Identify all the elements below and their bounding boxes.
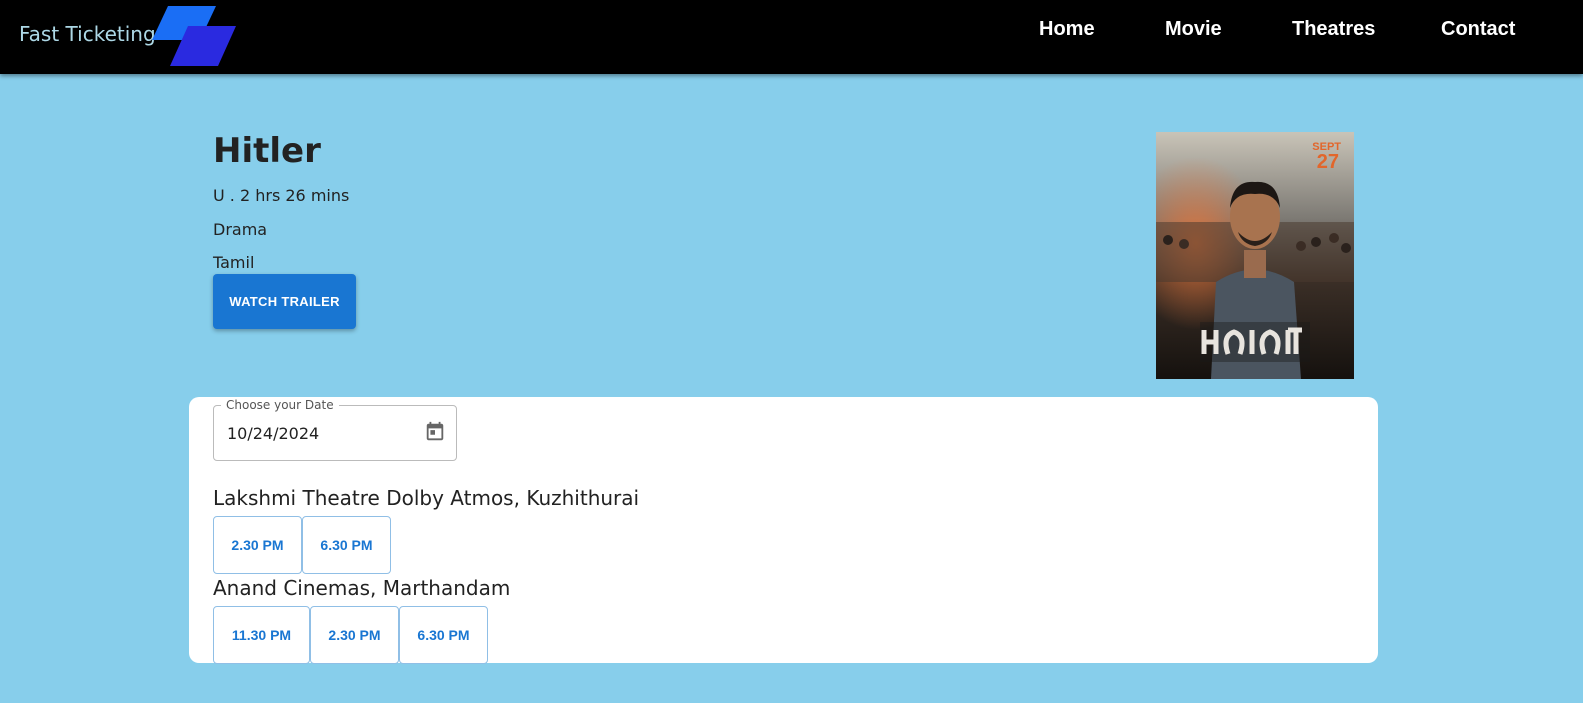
watch-trailer-button[interactable]: WATCH TRAILER bbox=[213, 274, 356, 329]
showtime-button[interactable]: 11.30 PM bbox=[213, 606, 310, 664]
top-navbar: Fast Ticketing Home Movie Theatres Conta… bbox=[0, 0, 1583, 74]
calendar-icon[interactable] bbox=[424, 421, 446, 443]
movie-genre: Drama bbox=[213, 220, 268, 239]
brand-logo bbox=[152, 6, 236, 66]
movie-poster: SEPT 27 bbox=[1156, 132, 1354, 379]
nav-movie[interactable]: Movie bbox=[1165, 18, 1222, 41]
svg-text:27: 27 bbox=[1317, 151, 1339, 173]
date-input-value[interactable]: 10/24/2024 bbox=[227, 424, 319, 443]
showtime-button[interactable]: 2.30 PM bbox=[310, 606, 399, 664]
brand-name[interactable]: Fast Ticketing bbox=[19, 22, 156, 46]
nav-contact[interactable]: Contact bbox=[1441, 18, 1515, 41]
showtime-button[interactable]: 2.30 PM bbox=[213, 516, 302, 574]
theatre-name: Lakshmi Theatre Dolby Atmos, Kuzhithurai bbox=[213, 486, 640, 510]
movie-title: Hitler bbox=[213, 131, 321, 171]
showtime-button[interactable]: 6.30 PM bbox=[399, 606, 488, 664]
date-input-label: Choose your Date bbox=[221, 398, 339, 412]
movie-language: Tamil bbox=[213, 253, 255, 272]
nav-home[interactable]: Home bbox=[1039, 18, 1095, 41]
nav-theatres[interactable]: Theatres bbox=[1292, 18, 1375, 41]
movie-rating-duration: U . 2 hrs 26 mins bbox=[213, 186, 350, 205]
theatre-name: Anand Cinemas, Marthandam bbox=[213, 576, 511, 600]
showtime-button[interactable]: 6.30 PM bbox=[302, 516, 391, 574]
